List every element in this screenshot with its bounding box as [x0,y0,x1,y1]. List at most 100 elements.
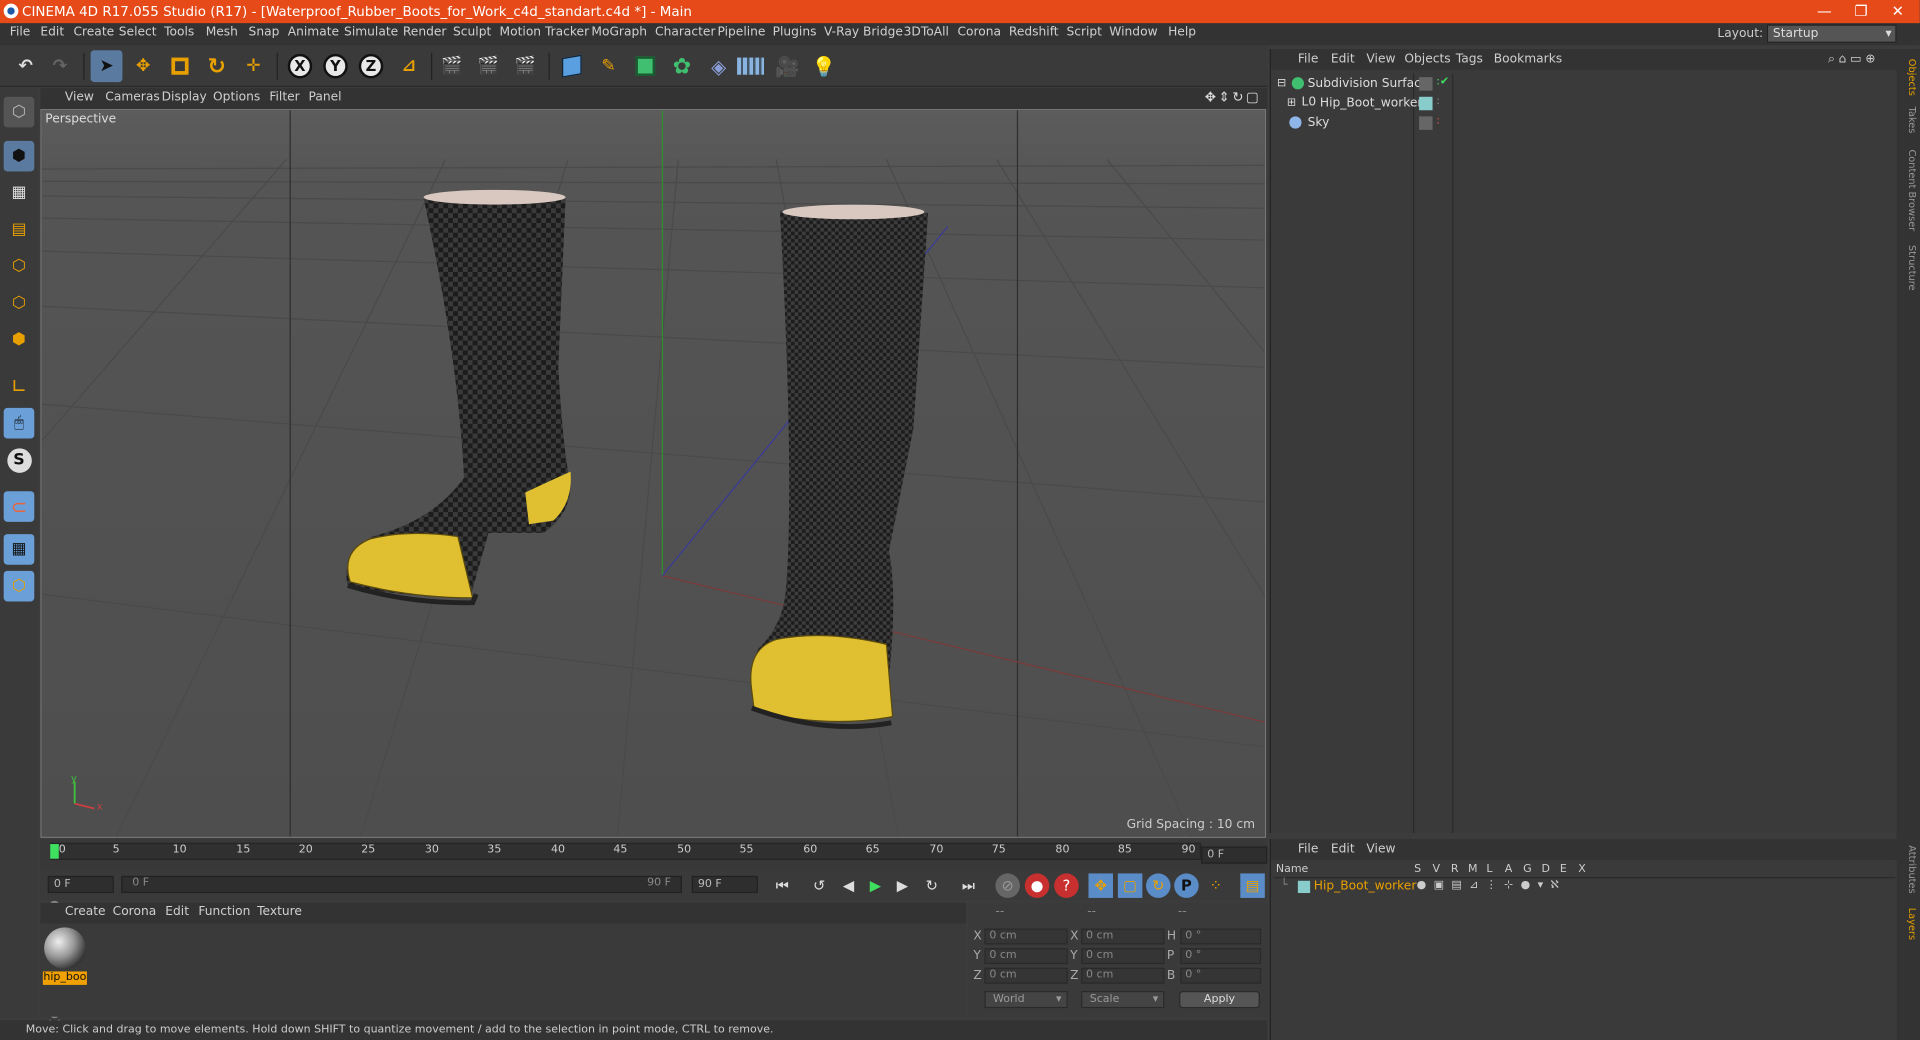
visibility-dots-icon[interactable]: : [1436,96,1440,108]
model-mode-icon[interactable]: ⬢ [3,140,35,172]
layer-color-swatch[interactable] [1297,880,1311,894]
timeline-playhead[interactable] [50,844,59,859]
object-row-hip-boot-worker[interactable]: ⊞ L0 Hip_Boot_worker : [1273,94,1895,114]
record-active-icon[interactable]: ● [1024,873,1050,898]
menu-render[interactable]: Render [403,26,447,39]
tab-takes[interactable]: Takes [1899,105,1917,134]
tweak-mode-icon[interactable]: 🖱 [3,407,35,439]
apply-button[interactable]: Apply [1179,991,1260,1009]
scale-tool-icon[interactable] [164,50,196,82]
minimize-button[interactable]: — [1806,1,1843,22]
tab-structure[interactable]: Structure [1899,243,1917,294]
y-axis-lock-icon[interactable]: Y [320,50,352,82]
rotation-h-field[interactable]: 0 ° [1180,928,1262,945]
menu-mesh[interactable]: Mesh [206,26,238,39]
expand-toggle-icon[interactable]: ⊟ [1277,77,1286,89]
camera-icon[interactable]: 🎥 [771,50,803,82]
coordinate-system-icon[interactable]: ⊿ [393,50,425,82]
make-editable-icon[interactable]: ⬡ [3,96,35,128]
current-frame-field[interactable]: 0 F [1201,846,1268,864]
expand-toggle-icon[interactable]: ⊞ [1287,97,1296,109]
menu-sculpt[interactable]: Sculpt [453,26,491,39]
magnet-icon[interactable]: ⊂ [3,491,35,522]
menu-mograph[interactable]: MoGraph [591,26,647,39]
move-tool-icon[interactable]: ✥ [127,50,159,82]
tab-attributes[interactable]: Attributes [1899,843,1917,897]
size-mode-dropdown[interactable]: Scale [1081,991,1165,1009]
z-axis-lock-icon[interactable]: Z [355,50,387,82]
autokey-icon[interactable]: ? [1054,873,1079,898]
planar-workplane-icon[interactable]: ⬡ [3,570,35,602]
key-position-icon[interactable]: ✥ [1088,873,1113,898]
menu-animate[interactable]: Animate [288,26,339,39]
go-to-start-icon[interactable]: ⏮ [770,873,794,898]
axis-mode-icon[interactable]: ∟ [4,371,35,402]
object-row-sky[interactable]: Sky : [1273,114,1895,134]
render-settings-icon[interactable]: 🎬 [509,50,541,82]
light-icon[interactable]: 💡 [808,50,840,82]
render-picture-viewer-icon[interactable]: 🎬 [473,50,505,82]
position-y-field[interactable]: 0 cm [984,948,1068,965]
om-menu-tags[interactable]: Tags [1456,53,1483,66]
menu-3dtoall[interactable]: 3DToAll [904,26,949,39]
object-row-subdivision-surface[interactable]: ⊟ Subdivision Surface :✔ [1273,75,1895,95]
menu-window[interactable]: Window [1109,26,1157,39]
deformer-icon[interactable]: ◈ [703,50,735,82]
menu-snap[interactable]: Snap [249,26,280,39]
om-menu-objects[interactable]: Objects [1404,53,1450,66]
rotate-tool-icon[interactable]: ↻ [201,50,233,82]
menu-corona[interactable]: Corona [957,26,1001,39]
viewport-navigation-icons[interactable]: ✥⇕↻▢ [1205,89,1261,105]
play-forward-icon[interactable]: ▶ [863,873,887,898]
next-key-icon[interactable]: ↻ [920,873,944,898]
key-scale-icon[interactable]: ▢ [1117,873,1143,898]
menu-tools[interactable]: Tools [164,26,194,39]
menu-edit[interactable]: Edit [40,26,64,39]
lm-menu-edit[interactable]: Edit [1331,843,1355,856]
tab-layers[interactable]: Layers [1899,907,1917,941]
om-menu-edit[interactable]: Edit [1331,53,1355,66]
layer-tag-icon[interactable] [1419,116,1433,130]
coordinate-space-dropdown[interactable]: World [984,991,1068,1009]
maximize-button[interactable]: ❐ [1843,1,1880,22]
snap-icon[interactable]: S [4,445,35,476]
menu-character[interactable]: Character [655,26,715,39]
menu-simulate[interactable]: Simulate [344,26,398,39]
menu-select[interactable]: Select [119,26,157,39]
om-menu-file[interactable]: File [1298,53,1318,66]
mograph-cloner-icon[interactable]: ✿ [666,50,698,82]
viewport-menu-view[interactable]: View [65,91,94,104]
redo-icon[interactable]: ↷ [44,50,76,82]
menu-help[interactable]: Help [1168,26,1196,39]
perspective-viewport[interactable]: Perspective y x Grid Spacing : 10 cm [40,109,1267,838]
preview-range-slider[interactable]: 0 F 90 F [121,875,682,894]
edges-mode-icon[interactable]: ⬡ [4,288,35,319]
viewport-menu-cameras[interactable]: Cameras [105,91,159,104]
tab-content-browser[interactable]: Content Browser [1899,147,1917,233]
record-disabled-icon[interactable]: ⊘ [995,873,1020,898]
key-pla-icon[interactable]: ⁘ [1204,873,1228,898]
previous-key-icon[interactable]: ↺ [807,873,831,898]
start-frame-field[interactable]: 0 F [47,875,114,894]
tab-objects[interactable]: Objects [1899,56,1917,98]
menu-vray-bridge[interactable]: V-Ray Bridge [824,26,903,39]
workplane-mode-icon[interactable]: ▤ [4,214,35,245]
floor-object-icon[interactable] [735,50,767,82]
render-view-icon[interactable]: 🎬 [436,50,468,82]
key-rotation-icon[interactable]: ↻ [1146,873,1171,898]
rotation-b-field[interactable]: 0 ° [1180,967,1262,984]
previous-frame-icon[interactable]: ◀ [836,873,860,898]
viewport-menu-display[interactable]: Display [162,91,207,104]
layer-tag-icon[interactable] [1419,77,1433,91]
key-parameter-icon[interactable]: P [1174,873,1199,898]
locked-workplane-icon[interactable]: ▦ [3,534,35,565]
cube-primitive-icon[interactable] [556,50,588,82]
menu-pipeline[interactable]: Pipeline [717,26,765,39]
points-mode-icon[interactable]: ⬡ [4,251,35,282]
polygons-mode-icon[interactable]: ⬢ [4,325,35,356]
texture-mode-icon[interactable]: ▦ [4,178,35,209]
om-search-home-icons[interactable]: ⌕⌂▭⊕ [1828,53,1879,66]
lm-menu-file[interactable]: File [1298,843,1318,856]
menu-create[interactable]: Create [73,26,114,39]
material-name-label[interactable]: hip_boo [42,971,87,985]
